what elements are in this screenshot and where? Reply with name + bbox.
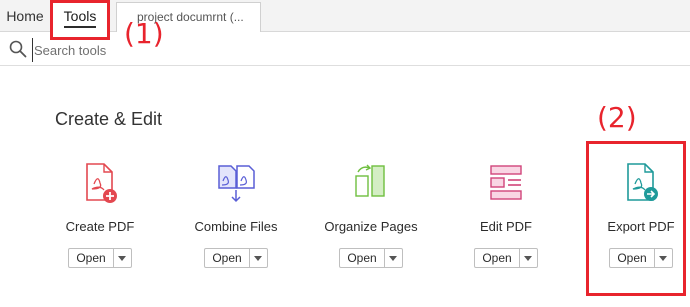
annotation-box-export	[586, 141, 686, 296]
tool-organize-pages[interactable]: Organize Pages Open	[316, 162, 426, 272]
open-button-label[interactable]: Open	[205, 249, 250, 267]
open-button[interactable]: Open	[68, 248, 132, 268]
combine-files-icon	[218, 165, 255, 203]
tool-label: Combine Files	[194, 219, 278, 234]
tool-edit-pdf[interactable]: Edit PDF Open	[451, 162, 561, 272]
chevron-down-icon[interactable]	[518, 249, 537, 267]
tool-label: Edit PDF	[479, 219, 532, 234]
search-icon	[9, 40, 27, 58]
edit-pdf-icon	[490, 165, 522, 200]
tool-label: Organize Pages	[324, 219, 418, 234]
open-button-label[interactable]: Open	[340, 249, 385, 267]
tab-home[interactable]: Home	[0, 0, 50, 32]
search-input[interactable]	[32, 38, 336, 62]
tool-combine-files[interactable]: Combine Files Open	[181, 162, 291, 272]
open-button-label[interactable]: Open	[69, 249, 114, 267]
chevron-down-icon[interactable]	[112, 249, 131, 267]
open-button[interactable]: Open	[204, 248, 268, 268]
annotation-label-2: (2)	[597, 101, 637, 134]
tool-create-pdf[interactable]: Create PDF Open	[45, 162, 155, 272]
search-bar	[0, 32, 690, 66]
open-button[interactable]: Open	[474, 248, 538, 268]
section-title: Create & Edit	[55, 109, 163, 129]
create-pdf-icon	[86, 163, 117, 203]
open-button-label[interactable]: Open	[475, 249, 520, 267]
chevron-down-icon[interactable]	[383, 249, 402, 267]
organize-pages-icon	[355, 164, 385, 197]
open-button[interactable]: Open	[339, 248, 403, 268]
chevron-down-icon[interactable]	[248, 249, 267, 267]
tool-label: Create PDF	[65, 219, 135, 234]
